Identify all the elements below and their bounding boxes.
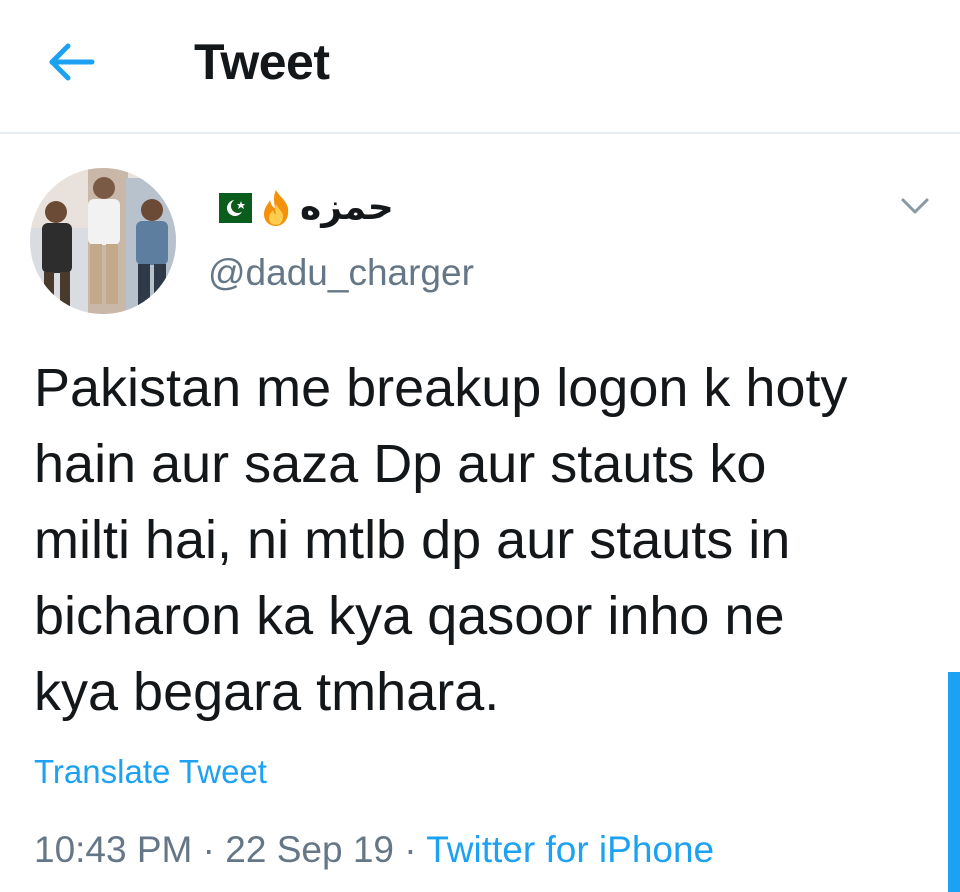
- chevron-down-icon: [901, 198, 929, 214]
- avatar[interactable]: [30, 168, 176, 314]
- page-title: Tweet: [194, 34, 330, 90]
- tweet-time: 10:43 PM: [34, 829, 193, 870]
- tweet-date: 22 Sep 19: [225, 829, 394, 870]
- more-options-button[interactable]: [898, 192, 932, 220]
- top-app-bar: Tweet: [0, 0, 960, 134]
- user-handle[interactable]: @dadu_charger: [208, 250, 474, 296]
- scrollbar[interactable]: [948, 672, 960, 892]
- avatar-photo: [30, 168, 176, 314]
- arrow-left-icon: [49, 43, 95, 81]
- fire-icon: [256, 188, 296, 228]
- meta-separator: ·: [404, 829, 417, 870]
- display-name-row[interactable]: حمزه: [208, 182, 394, 234]
- display-name: حمزه: [300, 187, 394, 228]
- tweet-source-link[interactable]: Twitter for iPhone: [426, 829, 714, 870]
- pakistan-flag-icon: [208, 193, 252, 223]
- back-button[interactable]: [44, 36, 100, 88]
- tweet-text: Pakistan me breakup logon k hoty hain au…: [34, 358, 848, 722]
- translate-tweet-link[interactable]: Translate Tweet: [34, 750, 267, 794]
- tweet-metadata: 10:43 PM · 22 Sep 19 · Twitter for iPhon…: [34, 826, 714, 874]
- meta-separator: ·: [202, 829, 215, 870]
- tweet-detail-screen: Tweet حمزه @dadu_charger Pakistan me bre…: [0, 0, 960, 892]
